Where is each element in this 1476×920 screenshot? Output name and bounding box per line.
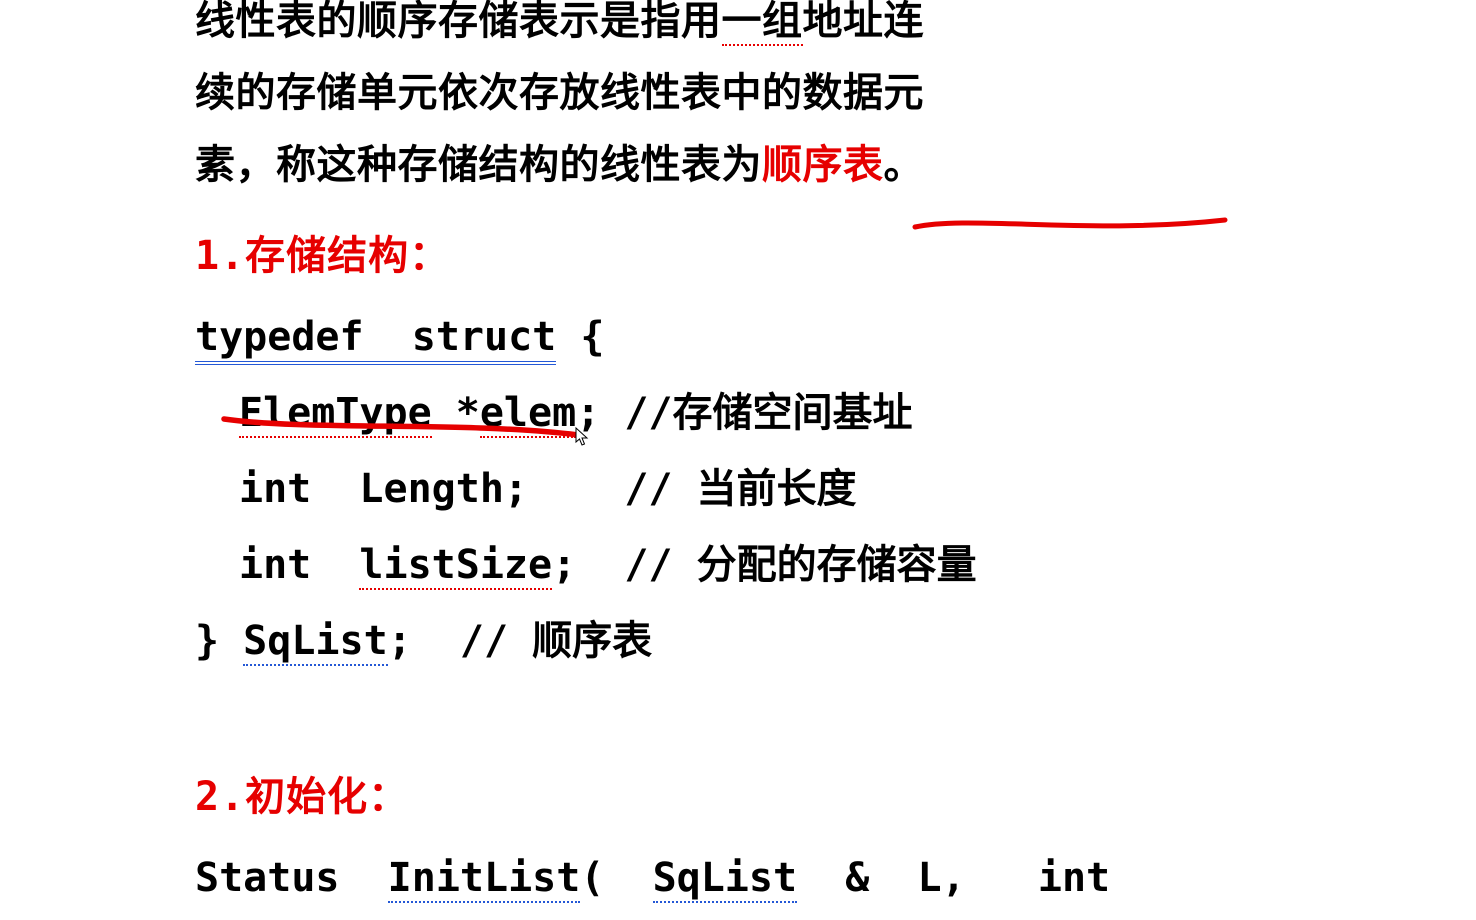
code-func: InitList bbox=[388, 855, 581, 903]
code-field: elem bbox=[480, 390, 576, 438]
code-line: int Length; // 当前长度 bbox=[239, 466, 857, 512]
code-field: listSize bbox=[359, 542, 552, 590]
code-text: * bbox=[432, 390, 480, 436]
code-text: ( bbox=[580, 855, 652, 901]
code-text: int bbox=[239, 542, 359, 588]
heading-storage-structure: 1.存储结构： bbox=[195, 223, 1225, 281]
code-text: Status bbox=[195, 855, 388, 901]
code-comment: ; //存储空间基址 bbox=[576, 390, 912, 436]
para-text: 续的存储单元依次存放线性表中的数据元 bbox=[195, 70, 924, 116]
para-text-underlined: 一组 bbox=[722, 0, 803, 46]
para-text: 线性表的顺序存储表示是指用 bbox=[195, 0, 722, 44]
code-type: SqList bbox=[653, 855, 798, 903]
document-page: 线性表的顺序存储表示是指用一组地址连 续的存储单元依次存放线性表中的数据元 素，… bbox=[0, 0, 1476, 920]
term-sequential-list: 顺序表 bbox=[762, 142, 884, 188]
intro-paragraph: 线性表的顺序存储表示是指用一组地址连 续的存储单元依次存放线性表中的数据元 素，… bbox=[195, 0, 1225, 201]
code-text: } bbox=[195, 618, 243, 664]
code-text: { bbox=[556, 314, 604, 360]
mouse-cursor-icon bbox=[575, 427, 589, 447]
heading-initialization: 2.初始化： bbox=[195, 764, 1225, 822]
para-text: 。 bbox=[884, 142, 925, 188]
code-comment: ; // 分配的存储容量 bbox=[552, 542, 977, 588]
code-keyword: typedef struct bbox=[195, 314, 556, 365]
code-text: & L, int bbox=[797, 855, 1110, 901]
code-initlist: Status InitList( SqList & L, int bbox=[195, 840, 1225, 916]
code-comment: ; // 顺序表 bbox=[388, 618, 653, 664]
code-type: ElemType bbox=[239, 390, 432, 438]
code-typename: SqList bbox=[243, 618, 388, 666]
code-struct-def: typedef struct { ElemType *elem; //存储空间基… bbox=[195, 299, 1225, 679]
para-text: 地址连 bbox=[803, 0, 925, 44]
para-text: 素，称这种存储结构的线性表为 bbox=[195, 142, 762, 188]
content-area: 线性表的顺序存储表示是指用一组地址连 续的存储单元依次存放线性表中的数据元 素，… bbox=[195, 0, 1225, 916]
